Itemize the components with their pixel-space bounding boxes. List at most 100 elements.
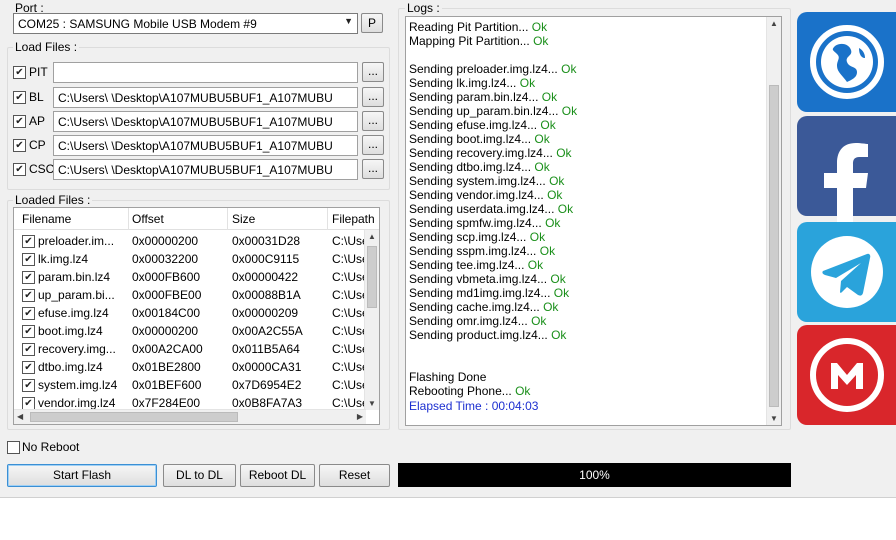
scroll-right-icon[interactable]: ▶	[357, 412, 363, 421]
row-filepath: C:\Use	[332, 324, 366, 338]
csc-checkbox[interactable]	[13, 163, 26, 176]
table-vertical-scrollbar[interactable]: ▲ ▼	[364, 230, 379, 410]
log-line: Sending sspm.img.lz4... Ok	[409, 244, 555, 258]
scroll-left-icon[interactable]: ◀	[17, 412, 23, 421]
table-row[interactable]: lk.img.lz4 0x00032200 0x000C9115 C:\Use	[14, 250, 374, 268]
scroll-down-icon[interactable]: ▼	[770, 414, 778, 423]
row-checkbox[interactable]	[22, 271, 35, 284]
row-filename: dtbo.img.lz4	[38, 360, 103, 374]
row-checkbox[interactable]	[22, 235, 35, 248]
dl-to-dl-button[interactable]: DL to DL	[163, 464, 236, 487]
start-flash-button[interactable]: Start Flash	[7, 464, 157, 487]
log-line: Sending up_param.bin.lz4... Ok	[409, 104, 577, 118]
row-checkbox[interactable]	[22, 307, 35, 320]
table-row[interactable]: boot.img.lz4 0x00000200 0x00A2C55A C:\Us…	[14, 322, 374, 340]
row-filepath: C:\Use	[332, 252, 366, 266]
facebook-link[interactable]	[797, 116, 896, 226]
scroll-thumb[interactable]	[367, 246, 377, 308]
telegram-link[interactable]	[797, 222, 896, 322]
log-line: Sending scp.img.lz4... Ok	[409, 230, 545, 244]
log-line-text: Sending md1img.img.lz4...	[409, 286, 551, 300]
log-line-text: Rebooting Phone...	[409, 384, 512, 398]
log-line-text: Sending system.img.lz4...	[409, 174, 546, 188]
cp-path-field[interactable]: C:\Users\ \Desktop\A107MUBU5BUF1_A107MUB…	[53, 135, 358, 156]
csc-browse-button[interactable]: ...	[362, 159, 384, 179]
column-offset[interactable]: Offset	[132, 212, 164, 226]
column-filepath[interactable]: Filepath	[332, 212, 375, 226]
row-checkbox[interactable]	[22, 253, 35, 266]
chevron-down-icon: ▼	[344, 16, 353, 26]
cp-browse-button[interactable]: ...	[362, 135, 384, 155]
scroll-up-icon[interactable]: ▲	[368, 232, 376, 241]
row-size: 0x011B5A64	[232, 342, 300, 356]
logs-scroll-thumb[interactable]	[769, 85, 779, 407]
port-select-value: COM25 : SAMSUNG Mobile USB Modem #9	[18, 17, 257, 31]
row-size: 0x0B8FA7A3	[232, 396, 303, 410]
log-line: Sending preloader.img.lz4... Ok	[409, 62, 576, 76]
cp-checkbox[interactable]	[13, 139, 26, 152]
table-row[interactable]: system.img.lz4 0x01BEF600 0x7D6954E2 C:\…	[14, 376, 374, 394]
log-line-text: Sending vbmeta.img.lz4...	[409, 272, 548, 286]
row-filepath: C:\Use	[332, 360, 366, 374]
log-line-status: Ok	[561, 104, 578, 118]
port-select[interactable]: COM25 : SAMSUNG Mobile USB Modem #9 ▼	[13, 13, 358, 34]
column-size[interactable]: Size	[232, 212, 255, 226]
port-p-button[interactable]: P	[361, 13, 383, 33]
ap-browse-button[interactable]: ...	[362, 111, 384, 131]
log-line-status: Ok	[541, 90, 558, 104]
row-checkbox[interactable]	[22, 361, 35, 374]
scroll-down-icon[interactable]: ▼	[368, 399, 376, 408]
log-line-status: Ok	[543, 300, 559, 314]
column-filename[interactable]: Filename	[22, 212, 71, 226]
table-row[interactable]: preloader.im... 0x00000200 0x00031D28 C:…	[14, 232, 374, 250]
log-line-text: Sending tee.img.lz4...	[409, 258, 525, 272]
row-size: 0x000C9115	[232, 252, 300, 266]
log-line: Sending recovery.img.lz4... Ok	[409, 146, 572, 160]
hscroll-thumb[interactable]	[30, 412, 238, 422]
table-row[interactable]: param.bin.lz4 0x000FB600 0x00000422 C:\U…	[14, 268, 374, 286]
loaded-files-table[interactable]: Filename Offset Size Filepath preloader.…	[13, 207, 380, 425]
row-checkbox[interactable]	[22, 325, 35, 338]
log-line-text: Sending up_param.bin.lz4...	[409, 104, 559, 118]
website-link[interactable]	[797, 12, 896, 112]
log-line-status: Ok	[533, 34, 549, 48]
table-row[interactable]: efuse.img.lz4 0x00184C00 0x00000209 C:\U…	[14, 304, 374, 322]
table-row[interactable]: recovery.img... 0x00A2CA00 0x011B5A64 C:…	[14, 340, 374, 358]
row-offset: 0x7F284E00	[132, 396, 201, 410]
pit-path-field[interactable]	[53, 62, 358, 83]
pit-browse-button[interactable]: ...	[362, 62, 384, 82]
pit-checkbox[interactable]	[13, 66, 26, 79]
row-checkbox[interactable]	[22, 343, 35, 356]
no-reboot-checkbox[interactable]	[7, 441, 20, 454]
log-line: Sending vendor.img.lz4... Ok	[409, 188, 562, 202]
log-line: Sending dtbo.img.lz4... Ok	[409, 160, 550, 174]
reset-button[interactable]: Reset	[319, 464, 390, 487]
log-line-status: Ok	[556, 146, 572, 160]
scroll-up-icon[interactable]: ▲	[770, 19, 778, 28]
table-row[interactable]: up_param.bi... 0x000FBE00 0x00088B1A C:\…	[14, 286, 374, 304]
mega-link[interactable]	[797, 325, 896, 425]
pit-label: PIT	[29, 65, 48, 79]
logs-vertical-scrollbar[interactable]: ▲ ▼	[766, 17, 781, 425]
log-line-text: Sending userdata.img.lz4...	[409, 202, 555, 216]
log-line-status: Ok	[540, 118, 556, 132]
bl-browse-button[interactable]: ...	[362, 87, 384, 107]
log-line: Sending vbmeta.img.lz4... Ok	[409, 272, 566, 286]
reboot-dl-button[interactable]: Reboot DL	[240, 464, 315, 487]
row-checkbox[interactable]	[22, 289, 35, 302]
table-row[interactable]: dtbo.img.lz4 0x01BE2800 0x0000CA31 C:\Us…	[14, 358, 374, 376]
log-line: Sending md1img.img.lz4... Ok	[409, 286, 569, 300]
log-line-text: Sending efuse.img.lz4...	[409, 118, 538, 132]
log-line-text: Sending scp.img.lz4...	[409, 230, 527, 244]
no-reboot-label[interactable]: No Reboot	[22, 440, 79, 454]
logs-textbox[interactable]: Reading Pit Partition... Ok Mapping Pit …	[405, 16, 782, 426]
csc-path-field[interactable]: C:\Users\ \Desktop\A107MUBU5BUF1_A107MUB…	[53, 159, 358, 180]
bl-checkbox[interactable]	[13, 91, 26, 104]
row-size: 0x0000CA31	[232, 360, 302, 374]
table-horizontal-scrollbar[interactable]: ◀ ▶	[14, 409, 366, 424]
bl-path-field[interactable]: C:\Users\ \Desktop\A107MUBU5BUF1_A107MUB…	[53, 87, 358, 108]
ap-path-field[interactable]: C:\Users\ \Desktop\A107MUBU5BUF1_A107MUB…	[53, 111, 358, 132]
ap-checkbox[interactable]	[13, 115, 26, 128]
row-offset: 0x000FBE00	[132, 288, 202, 302]
row-checkbox[interactable]	[22, 379, 35, 392]
